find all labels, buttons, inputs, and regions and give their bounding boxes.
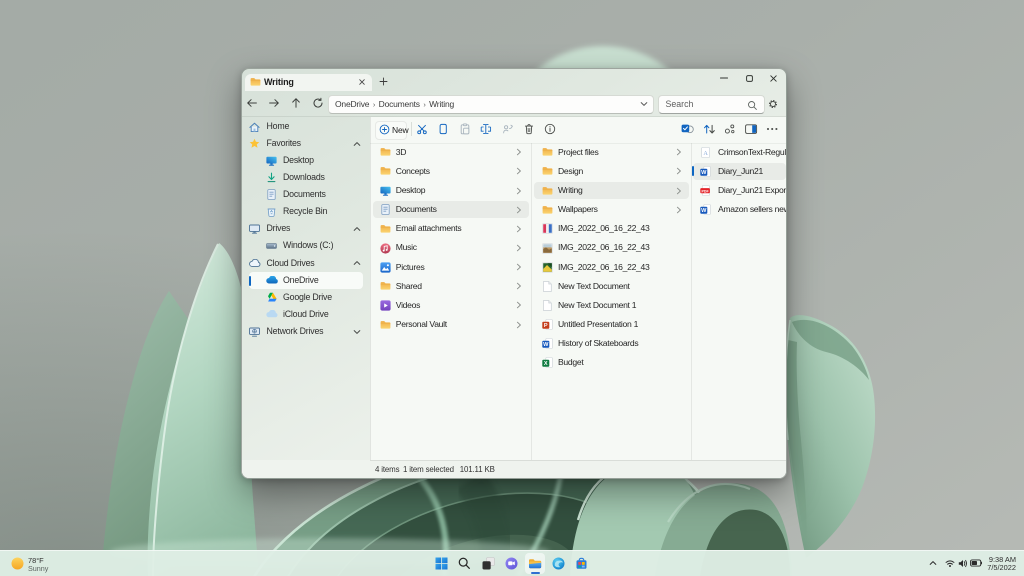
svg-text:W: W: [701, 208, 707, 214]
svg-text:A: A: [703, 150, 708, 157]
svg-text:P: P: [543, 323, 547, 329]
svg-text:PDF: PDF: [701, 190, 709, 194]
svg-text:W: W: [701, 170, 707, 176]
svg-text:W: W: [543, 342, 549, 348]
svg-text:X: X: [543, 361, 547, 367]
